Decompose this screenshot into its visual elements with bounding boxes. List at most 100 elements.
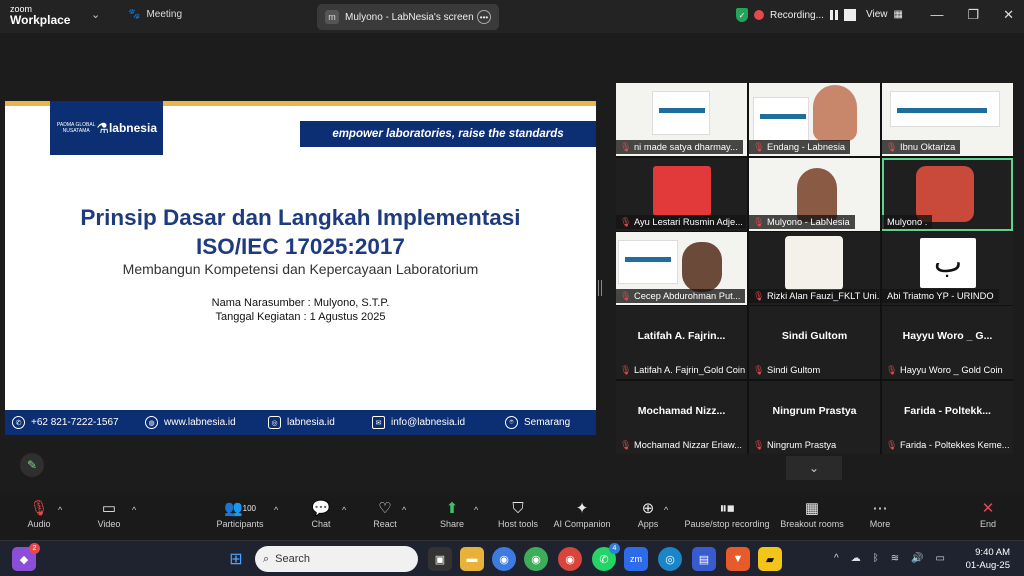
annotate-button[interactable]: ✎ — [20, 453, 44, 477]
audio-options-caret[interactable]: ^ — [58, 505, 62, 515]
sticky-notes-icon[interactable]: ▰ — [758, 547, 782, 571]
mic-muted-icon: 🎙 — [620, 365, 632, 375]
end-meeting-button[interactable]: ✕ End — [974, 499, 1002, 529]
chrome-icon[interactable]: ◉ — [492, 547, 516, 571]
participant-tile[interactable]: 🎙 Rizki Alan Fauzi_FKLT Uni... — [749, 232, 880, 305]
participant-tile[interactable]: Latifah A. Fajrin... 🎙 Latifah A. Fajrin_… — [616, 306, 747, 379]
participant-tile[interactable]: Farida - Poltekk... 🎙 Farida - Poltekkes … — [882, 381, 1013, 454]
taskbar-search[interactable]: ⌕ Search — [255, 546, 418, 572]
view-button[interactable]: View ▦ — [866, 9, 903, 20]
host-tools-button[interactable]: ⛉ Host tools — [495, 499, 541, 529]
task-view-icon[interactable]: ▣ — [428, 547, 452, 571]
participant-display-name: Sindi Gultom — [781, 330, 848, 342]
participant-tile[interactable]: 🎙 Ibnu Oktariza — [882, 83, 1013, 156]
wifi-icon[interactable]: ≋ — [891, 553, 899, 564]
participants-button[interactable]: 👥100 Participants — [212, 499, 268, 529]
window-controls: — ❐ ✕ — [930, 7, 1014, 23]
participants-options-caret[interactable]: ^ — [274, 505, 278, 515]
cloud-icon[interactable]: ☁ — [851, 553, 861, 564]
end-label: End — [979, 519, 996, 529]
logo-bottom-text: Workplace — [10, 13, 71, 27]
website-text: www.labnesia.id — [164, 417, 236, 428]
chrome-profile-2-icon[interactable]: ◉ — [558, 547, 582, 571]
close-icon[interactable]: ✕ — [1003, 7, 1014, 23]
react-button[interactable]: ♡ React — [368, 499, 402, 529]
security-shield-icon[interactable]: ✓ — [736, 8, 748, 22]
brave-icon[interactable]: ▼ — [726, 547, 750, 571]
zoom-icon[interactable]: zm — [624, 547, 648, 571]
shared-slide-thumbnail — [618, 240, 678, 284]
search-placeholder: Search — [275, 553, 311, 565]
audio-label: Audio — [27, 519, 51, 529]
chat-button[interactable]: 💬 Chat — [306, 499, 336, 529]
whatsapp-icon[interactable]: ✆ 4 — [592, 543, 620, 571]
windows-start-icon[interactable]: ⊞ — [224, 547, 248, 571]
participant-tile[interactable]: 🎙 Cecep Abdurohman Put... — [616, 232, 747, 305]
pen-icon: ✎ — [26, 458, 38, 472]
meeting-label: Meeting — [146, 9, 183, 20]
more-button[interactable]: ⋯ More — [864, 499, 896, 529]
split-drag-handle[interactable] — [598, 280, 602, 296]
participant-tile[interactable]: 🎙 Mulyono - LabNesia — [749, 158, 880, 231]
video-options-caret[interactable]: ^ — [132, 505, 136, 515]
participant-tile[interactable]: 🎙 Ayu Lestari Rusmin Adje... — [616, 158, 747, 231]
chevron-up-icon[interactable]: ^ — [834, 553, 839, 564]
apps-button[interactable]: ⊕ Apps — [634, 499, 662, 529]
chevron-down-icon[interactable]: ⌄ — [91, 8, 100, 21]
participant-tile[interactable]: Ningrum Prastya 🎙 Ningrum Prastya — [749, 381, 880, 454]
restore-icon[interactable]: ❐ — [967, 7, 979, 23]
participant-tile[interactable]: 🎙 Endang - Labnesia — [749, 83, 880, 156]
city-text: Semarang — [524, 417, 571, 428]
more-label: More — [869, 519, 891, 529]
participant-name: Ayu Lestari Rusmin Adje... — [634, 217, 743, 227]
participant-tile[interactable]: Mochamad Nizz... 🎙 Mochamad Nizzar Eriaw.… — [616, 381, 747, 454]
participant-name: Ningrum Prastya — [767, 440, 837, 450]
zoom-logo[interactable]: zoom Workplace — [10, 4, 70, 26]
apps-options-caret[interactable]: ^ — [664, 505, 668, 515]
meeting-tab[interactable]: 🐾 Meeting — [128, 9, 182, 20]
participant-tile[interactable]: ب Abi Triatmo YP - URINDO — [882, 232, 1013, 305]
system-clock[interactable]: 9:40 AM 01-Aug-25 — [966, 546, 1010, 572]
date-text: Tanggal Kegiatan : 1 Agustus 2025 — [215, 311, 386, 323]
battery-icon[interactable]: ▭ — [936, 553, 945, 564]
mail-icon: ✉ — [372, 416, 385, 429]
participant-tile-active[interactable]: Mulyono . — [882, 158, 1013, 231]
chrome-profile-icon[interactable]: ◉ — [524, 547, 548, 571]
title-bar: zoom Workplace ⌄ 🐾 Meeting m Mulyono - L… — [0, 0, 1024, 33]
participant-name: Ibnu Oktariza — [900, 142, 956, 152]
instagram-icon: ◎ — [268, 416, 281, 429]
pause-icon[interactable] — [829, 10, 838, 20]
shared-slide-thumbnail — [890, 91, 1000, 127]
bluetooth-icon[interactable]: ᛒ — [873, 553, 879, 564]
volume-icon[interactable]: 🔊 — [911, 553, 923, 564]
paw-icon: 🐾 — [128, 9, 141, 20]
slide-info: Nama Narasumber : Mulyono, S.T.P. Tangga… — [5, 296, 596, 324]
more-options-icon[interactable]: ••• — [477, 10, 491, 24]
host-tools-label: Host tools — [497, 519, 539, 529]
ai-companion-button[interactable]: ✦ AI Companion — [552, 499, 612, 529]
breakout-rooms-button[interactable]: ▦ Breakout rooms — [779, 499, 845, 529]
screen-share-tab[interactable]: m Mulyono - LabNesia's screen ••• — [317, 4, 499, 30]
minimize-icon[interactable]: — — [930, 7, 943, 23]
share-options-caret[interactable]: ^ — [474, 505, 478, 515]
teams-icon[interactable]: ▤ — [692, 547, 716, 571]
mic-muted-icon: 🎙 — [753, 142, 765, 152]
edge-icon[interactable]: ◎ — [658, 547, 682, 571]
participant-display-name: Hayyu Woro _ G... — [902, 330, 993, 342]
share-button[interactable]: ⬆ Share — [436, 499, 468, 529]
participant-tile[interactable]: Sindi Gultom 🎙 Sindi Gultom — [749, 306, 880, 379]
participant-tile[interactable]: 🎙 ni made satya dharmay... — [616, 83, 747, 156]
file-explorer-icon[interactable]: ▬ — [460, 547, 484, 571]
participant-tile[interactable]: Hayyu Woro _ G... 🎙 Hayyu Woro _ Gold Coi… — [882, 306, 1013, 379]
participant-display-name: Ningrum Prastya — [772, 405, 857, 417]
gallery-next-page-button[interactable]: ⌄ — [786, 456, 842, 480]
mic-muted-icon: 🎙 — [753, 217, 765, 227]
stop-icon[interactable] — [843, 9, 856, 21]
chat-app-icon[interactable]: ◆ 2 — [12, 543, 40, 571]
audio-button[interactable]: 🎙 Audio — [22, 499, 56, 529]
participant-name: Abi Triatmo YP - URINDO — [887, 291, 994, 301]
video-button[interactable]: ▭ Video — [92, 499, 126, 529]
chat-options-caret[interactable]: ^ — [342, 505, 346, 515]
react-options-caret[interactable]: ^ — [402, 505, 406, 515]
pause-stop-recording-button[interactable]: ⏸⏹ Pause/stop recording — [681, 499, 773, 529]
